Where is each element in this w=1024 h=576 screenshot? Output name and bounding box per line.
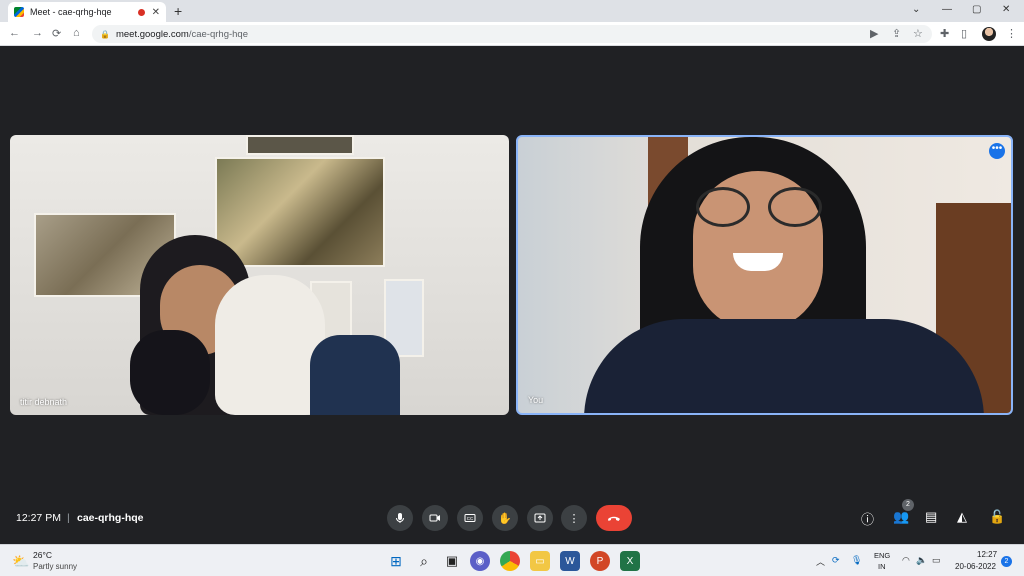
home-icon[interactable]: ⌂ xyxy=(73,27,80,39)
meet-control-bar: 12:27 PM | cae-qrhg-hqe CC ✋ ⋮ ⓘ 👥 ▤ ◭ 🔓 xyxy=(0,500,1024,536)
participant-count-badge: 2 xyxy=(902,499,914,511)
show-hidden-icons-chevron-icon[interactable]: ︿ xyxy=(816,555,825,568)
wall-poster xyxy=(215,157,385,267)
camera-icon xyxy=(429,514,440,522)
person-tshirt xyxy=(584,319,984,413)
word-icon[interactable]: W xyxy=(560,551,580,571)
glasses xyxy=(696,187,750,227)
meeting-code: cae-qrhg-hqe xyxy=(77,512,144,524)
plush-toy xyxy=(130,330,210,415)
chat-icon[interactable]: ▤ xyxy=(925,509,937,525)
participant-name: titir debnath xyxy=(20,397,68,407)
recording-dot-icon xyxy=(137,8,145,16)
task-view-icon[interactable]: ▣ xyxy=(442,551,462,571)
forward-arrow-icon[interactable]: → xyxy=(32,27,43,39)
battery-icon[interactable]: ▭ xyxy=(932,555,941,566)
weather-description[interactable]: Partly sunny xyxy=(33,562,77,571)
address-bar-row: ← → ⟳ ⌂ 🔒 meet.google.com /cae-qrhg-hqe … xyxy=(0,22,1024,46)
tab-title: Meet - cae-qrhg-hqe xyxy=(30,7,112,17)
excel-icon[interactable]: X xyxy=(620,551,640,571)
raise-hand-button[interactable]: ✋ xyxy=(492,505,518,531)
partly-sunny-icon[interactable]: ⛅ xyxy=(12,553,29,570)
participant-tile-you[interactable]: ••• You xyxy=(516,135,1013,415)
url-path: /cae-qrhg-hqe xyxy=(188,28,248,40)
plush-toy xyxy=(215,275,325,415)
new-tab-button[interactable]: + xyxy=(174,3,182,19)
file-explorer-icon[interactable]: ▭ xyxy=(530,551,550,571)
captions-button[interactable]: CC xyxy=(457,505,483,531)
activities-icon[interactable]: ◭ xyxy=(957,509,967,525)
back-arrow-icon[interactable]: ← xyxy=(9,27,20,39)
maximize-button[interactable]: ▢ xyxy=(972,4,981,15)
tab-close-icon[interactable]: ✕ xyxy=(152,7,160,18)
reload-icon[interactable]: ⟳ xyxy=(52,27,61,40)
windows-taskbar: ⛅ 26°C Partly sunny ⊞ ⌕ ▣ ◉ ▭ W P X ︿ ⟳ … xyxy=(0,544,1024,576)
present-screen-button[interactable] xyxy=(527,505,553,531)
camera-in-use-icon[interactable]: ▶ xyxy=(870,27,878,40)
participant-tile-titir[interactable]: titir debnath xyxy=(10,135,509,415)
profile-avatar[interactable] xyxy=(982,27,996,41)
bookmark-star-icon[interactable]: ☆ xyxy=(913,27,923,40)
notification-badge[interactable]: 2 xyxy=(1001,556,1012,567)
chrome-icon[interactable] xyxy=(500,551,520,571)
more-vert-icon: ⋮ xyxy=(568,512,580,525)
windows-start-icon[interactable]: ⊞ xyxy=(386,551,406,571)
raise-hand-icon: ✋ xyxy=(498,512,512,525)
camera-button[interactable] xyxy=(422,505,448,531)
wifi-icon[interactable]: ◠ xyxy=(902,555,910,566)
microphone-button[interactable] xyxy=(387,505,413,531)
tab-search-chevron-icon[interactable]: ⌄ xyxy=(912,4,920,15)
share-icon[interactable]: ⇪ xyxy=(892,27,901,40)
closed-captions-icon: CC xyxy=(464,514,476,522)
leave-call-button[interactable] xyxy=(596,505,632,531)
people-icon[interactable]: 👥 xyxy=(893,509,909,525)
hang-up-icon xyxy=(608,516,620,521)
tab-meet[interactable]: Meet - cae-qrhg-hqe ✕ xyxy=(8,2,166,22)
input-language[interactable]: ENG xyxy=(874,551,890,560)
separator: | xyxy=(67,512,70,524)
microphone-icon xyxy=(396,513,404,523)
clock-date[interactable]: 20-06-2022 xyxy=(955,562,996,571)
clock-time[interactable]: 12:27 xyxy=(977,550,997,559)
participant-name: You xyxy=(528,395,544,405)
svg-text:CC: CC xyxy=(467,516,474,521)
window-close-button[interactable]: ✕ xyxy=(1002,4,1010,15)
chrome-menu-icon[interactable]: ⋮ xyxy=(1006,27,1017,40)
side-panel-icon[interactable]: ▯ xyxy=(961,27,967,40)
powerpoint-icon[interactable]: P xyxy=(590,551,610,571)
host-controls-icon[interactable]: 🔓 xyxy=(989,509,1005,525)
extensions-puzzle-icon[interactable]: ✚ xyxy=(940,27,949,40)
browser-tab-strip: Meet - cae-qrhg-hqe ✕ + ⌄ — ▢ ✕ xyxy=(0,0,1024,22)
volume-icon[interactable]: 🔈 xyxy=(916,555,927,566)
search-icon[interactable]: ⌕ xyxy=(414,551,434,571)
input-region[interactable]: IN xyxy=(878,562,886,571)
more-options-button[interactable]: ⋮ xyxy=(561,505,587,531)
lock-icon: 🔒 xyxy=(100,29,110,39)
url-input[interactable]: 🔒 meet.google.com /cae-qrhg-hqe xyxy=(92,25,932,43)
person-clothing xyxy=(310,335,400,415)
weather-temperature[interactable]: 26°C xyxy=(33,550,52,560)
present-screen-icon xyxy=(534,513,546,523)
meet-favicon-icon xyxy=(14,7,24,17)
url-host: meet.google.com xyxy=(115,28,189,40)
meeting-time: 12:27 PM xyxy=(16,512,61,524)
meeting-details-icon[interactable]: ⓘ xyxy=(861,509,874,528)
glasses xyxy=(768,187,822,227)
teams-chat-icon[interactable]: ◉ xyxy=(470,551,490,571)
microphone-tray-icon[interactable]: 🎙 xyxy=(851,555,862,566)
minimize-button[interactable]: — xyxy=(942,4,952,15)
tile-more-options-button[interactable]: ••• xyxy=(989,143,1005,159)
sync-icon[interactable]: ⟳ xyxy=(832,555,840,566)
wall-poster xyxy=(246,135,354,155)
